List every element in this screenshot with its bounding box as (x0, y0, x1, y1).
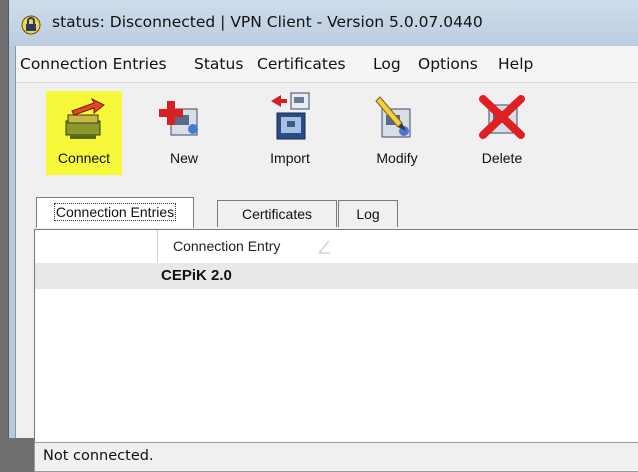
column-header-connection-entry[interactable]: Connection Entry (173, 238, 280, 254)
new-label: New (169, 150, 198, 166)
window-title: status: Disconnected | VPN Client - Vers… (52, 13, 483, 31)
vpn-lock-icon (21, 15, 41, 35)
vpn-client-window: status: Disconnected | VPN Client - Vers… (8, 0, 638, 472)
new-button[interactable]: New (149, 91, 219, 175)
status-bar: Not connected. (34, 442, 638, 472)
tab-log[interactable]: Log (338, 200, 398, 227)
import-label: Import (270, 150, 310, 166)
connect-label: Connect (57, 150, 111, 166)
tab-certificates[interactable]: Certificates (217, 200, 337, 227)
table-row[interactable]: CEPiK 2.0 (35, 263, 638, 289)
menu-connection-entries[interactable]: Connection Entries (20, 55, 167, 73)
tab-connection-entries-label: Connection Entries (53, 203, 177, 221)
status-text: Not connected. (43, 448, 154, 464)
row-selector-header[interactable] (35, 230, 158, 262)
connection-entries-table: Connection Entry CEPiK 2.0 (34, 229, 638, 444)
connection-entry-cell: CEPiK 2.0 (161, 267, 232, 284)
import-icon (271, 92, 310, 140)
modify-label: Modify (376, 150, 418, 166)
table-header: Connection Entry (35, 230, 638, 264)
connect-button[interactable]: Connect (46, 91, 122, 175)
title-bar[interactable]: status: Disconnected | VPN Client - Vers… (9, 0, 638, 46)
import-button[interactable]: Import (255, 91, 325, 175)
menu-bar: Connection Entries Status Certificates L… (16, 46, 638, 83)
tab-certificates-label: Certificates (241, 206, 313, 222)
menu-options[interactable]: Options (418, 55, 478, 73)
sort-triangle-icon (318, 240, 330, 254)
delete-button[interactable]: Delete (467, 91, 537, 175)
tab-connection-entries[interactable]: Connection Entries (36, 197, 194, 228)
connect-icon (65, 97, 105, 139)
delete-label: Delete (481, 150, 523, 166)
menu-log[interactable]: Log (373, 55, 401, 73)
modify-icon (375, 96, 411, 138)
menu-certificates[interactable]: Certificates (257, 55, 346, 73)
delete-icon (479, 95, 525, 139)
menu-status[interactable]: Status (194, 55, 243, 73)
tab-strip: Connection Entries Certificates Log (16, 193, 638, 229)
menu-help[interactable]: Help (498, 55, 533, 73)
new-entry-icon (159, 101, 198, 136)
tab-log-label: Log (356, 206, 380, 222)
modify-button[interactable]: Modify (362, 91, 432, 175)
toolbar: Connect New Import Modify Delete (16, 83, 638, 187)
client-area: Connection Entries Status Certificates L… (15, 46, 638, 472)
